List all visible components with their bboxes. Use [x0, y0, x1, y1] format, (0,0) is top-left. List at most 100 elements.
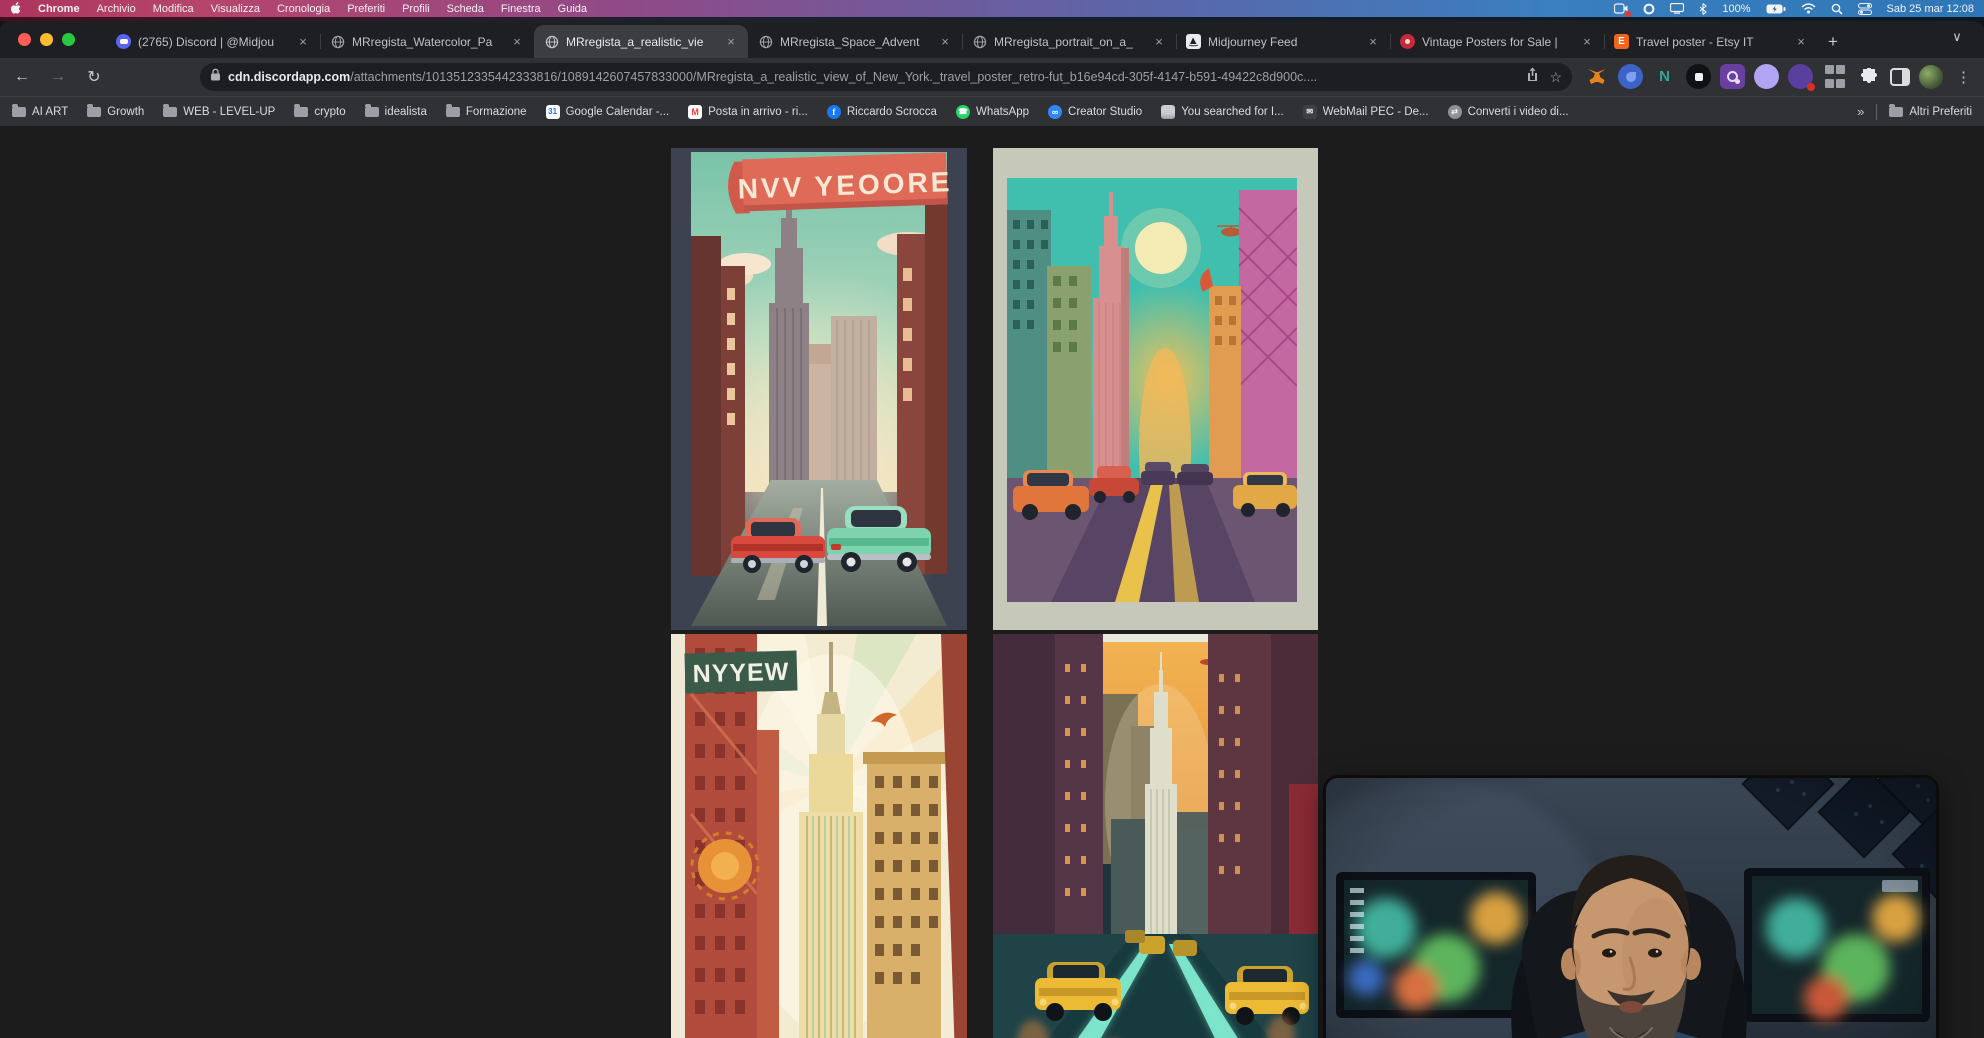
recording-dot [1625, 11, 1631, 17]
menu-visualizza[interactable]: Visualizza [211, 3, 260, 15]
bookmark-whatsapp[interactable]: ☎WhatsApp [956, 105, 1029, 119]
bookmarks-separator [1876, 104, 1877, 120]
poster-grid-image[interactable] [993, 634, 1318, 1038]
bookmark-facebook-profile[interactable]: fRiccardo Scrocca [827, 105, 937, 119]
menu-archivio[interactable]: Archivio [97, 3, 136, 15]
tab-label: (2765) Discord | @Midjou [138, 35, 289, 49]
tab-discord[interactable]: (2765) Discord | @Midjou × [106, 25, 320, 58]
poster-grid-image[interactable]: NYYEW [671, 634, 967, 1038]
poster-top-left-new-york: NVV YEOORE [671, 148, 967, 630]
gmail-icon: M [688, 105, 702, 119]
tab-etsy[interactable]: E Travel poster - Etsy IT × [1604, 25, 1818, 58]
bookmarks-overflow-chevron[interactable]: » [1857, 104, 1864, 119]
tab-vintage-posters[interactable]: Vintage Posters for Sale | × [1390, 25, 1604, 58]
url-domain: cdn.discordapp.com [228, 70, 350, 84]
grid-extension-icon[interactable] [1822, 64, 1847, 89]
etsy-favicon: E [1614, 34, 1629, 49]
apple-menu-icon[interactable] [10, 2, 21, 15]
tab-close-button[interactable]: × [510, 34, 524, 49]
teal-n-extension-icon[interactable]: N [1652, 64, 1677, 89]
tab-close-button[interactable]: × [938, 34, 952, 49]
menu-finestra[interactable]: Finestra [501, 3, 541, 15]
display-icon[interactable] [1670, 2, 1684, 15]
spotlight-search-icon[interactable] [1831, 2, 1843, 15]
browser-toolbar: ← → ↻ cdn.discordapp.com /attachments/10… [0, 58, 1984, 96]
mail-icon: ✉ [1303, 105, 1317, 119]
bookmark-google-calendar[interactable]: 31Google Calendar -... [546, 105, 670, 119]
minimize-window-button[interactable] [40, 33, 53, 46]
address-bar[interactable]: cdn.discordapp.com /attachments/10135123… [200, 63, 1572, 91]
forward-button[interactable]: → [44, 68, 72, 86]
tab-close-button[interactable]: × [296, 34, 310, 49]
page-icon [1161, 105, 1175, 119]
new-tab-button[interactable]: + [1818, 25, 1848, 58]
tab-close-button[interactable]: × [724, 34, 738, 49]
midjourney-favicon [1186, 34, 1201, 49]
poster-bottom-right-new-york [993, 634, 1318, 1038]
tab-midjourney-feed[interactable]: Midjourney Feed × [1176, 25, 1390, 58]
tab-close-button[interactable]: × [1794, 34, 1808, 49]
bookmark-folder-growth[interactable]: Growth [87, 106, 144, 118]
password-key-extension-icon[interactable] [1720, 64, 1745, 89]
bookmark-folder-web-level-up[interactable]: WEB - LEVEL-UP [163, 106, 275, 118]
extensions-puzzle-icon[interactable] [1856, 64, 1881, 89]
folder-icon [365, 107, 379, 117]
menu-scheda[interactable]: Scheda [447, 3, 484, 15]
bluetooth-icon[interactable] [1699, 2, 1707, 15]
menubar-clock[interactable]: Sab 25 mar 12:08 [1887, 3, 1974, 15]
screen-record-icon[interactable] [1614, 2, 1628, 15]
poster-grid-image[interactable] [993, 148, 1318, 630]
convert-icon: ⇄ [1448, 105, 1462, 119]
bookmark-you-searched[interactable]: You searched for I... [1161, 105, 1284, 119]
bookmark-folder-crypto[interactable]: crypto [294, 106, 345, 118]
purple-extension-icon[interactable] [1788, 64, 1813, 89]
tab-realistic-view-active[interactable]: MRregista_a_realistic_vie × [534, 25, 748, 58]
tab-close-button[interactable]: × [1366, 34, 1380, 49]
black-circle-extension-icon[interactable] [1686, 64, 1711, 89]
menu-preferiti[interactable]: Preferiti [347, 3, 385, 15]
tab-portrait[interactable]: MRregista_portrait_on_a_ × [962, 25, 1176, 58]
whatsapp-icon: ☎ [956, 105, 970, 119]
poster-grid-image[interactable]: NVV YEOORE [671, 148, 967, 630]
bookmark-folder-formazione[interactable]: Formazione [446, 106, 527, 118]
bookmark-converti-video[interactable]: ⇄Converti i video di... [1448, 105, 1569, 119]
tab-search-chevron[interactable]: ∨ [1944, 29, 1970, 45]
bookmark-gmail-inbox[interactable]: MPosta in arrivo - ri... [688, 105, 808, 119]
tab-space-adventure[interactable]: MRregista_Space_Advent × [748, 25, 962, 58]
menu-cronologia[interactable]: Cronologia [277, 3, 330, 15]
lavender-extension-icon[interactable] [1754, 64, 1779, 89]
blue-extension-icon[interactable] [1618, 64, 1643, 89]
tab-watercolor[interactable]: MRregista_Watercolor_Pa × [320, 25, 534, 58]
control-center-icon[interactable] [1858, 2, 1872, 15]
metamask-extension-icon[interactable] [1584, 64, 1609, 89]
bookmark-folder-ai-art[interactable]: AI ART [12, 106, 68, 118]
profile-avatar[interactable] [1919, 65, 1943, 89]
macos-menubar: Chrome Archivio Modifica Visualizza Cron… [0, 0, 1984, 17]
tab-strip: (2765) Discord | @Midjou × MRregista_Wat… [0, 21, 1984, 58]
tab-close-button[interactable]: × [1580, 34, 1594, 49]
folder-icon [87, 107, 101, 117]
ring-app-icon[interactable] [1643, 2, 1655, 15]
bookmark-webmail-pec[interactable]: ✉WebMail PEC - De... [1303, 105, 1429, 119]
reload-button[interactable]: ↻ [80, 67, 108, 87]
extensions-row: N ⋮ [1584, 64, 1971, 89]
side-panel-icon[interactable] [1890, 68, 1910, 86]
tab-close-button[interactable]: × [1152, 34, 1166, 49]
menu-guida[interactable]: Guida [558, 3, 587, 15]
battery-icon[interactable] [1766, 2, 1786, 15]
share-icon[interactable] [1526, 67, 1539, 87]
wifi-icon[interactable] [1801, 2, 1816, 15]
bookmark-folder-altri-preferiti[interactable]: Altri Preferiti [1889, 106, 1972, 118]
bookmark-creator-studio[interactable]: ∞Creator Studio [1048, 105, 1142, 119]
tab-label: MRregista_Watercolor_Pa [352, 35, 503, 49]
zoom-window-button[interactable] [62, 33, 75, 46]
back-button[interactable]: ← [8, 68, 36, 86]
menubar-app-name[interactable]: Chrome [38, 3, 80, 15]
close-window-button[interactable] [18, 33, 31, 46]
bookmark-folder-idealista[interactable]: idealista [365, 106, 427, 118]
bookmark-star-icon[interactable]: ☆ [1549, 69, 1562, 86]
chrome-menu-icon[interactable]: ⋮ [1956, 68, 1971, 86]
menu-modifica[interactable]: Modifica [153, 3, 194, 15]
menu-profili[interactable]: Profili [402, 3, 430, 15]
poster-bottom-left-new-york: NYYEW [671, 634, 967, 1038]
